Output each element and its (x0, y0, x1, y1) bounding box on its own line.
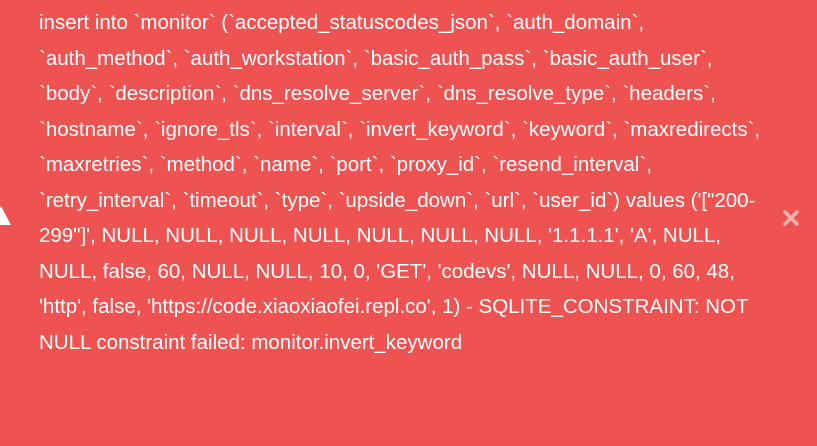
error-toast: insert into `monitor` (`accepted_statusc… (0, 0, 817, 446)
warning-icon (0, 205, 12, 227)
toast-message: insert into `monitor` (`accepted_statusc… (39, 11, 761, 354)
close-icon[interactable] (779, 206, 803, 230)
